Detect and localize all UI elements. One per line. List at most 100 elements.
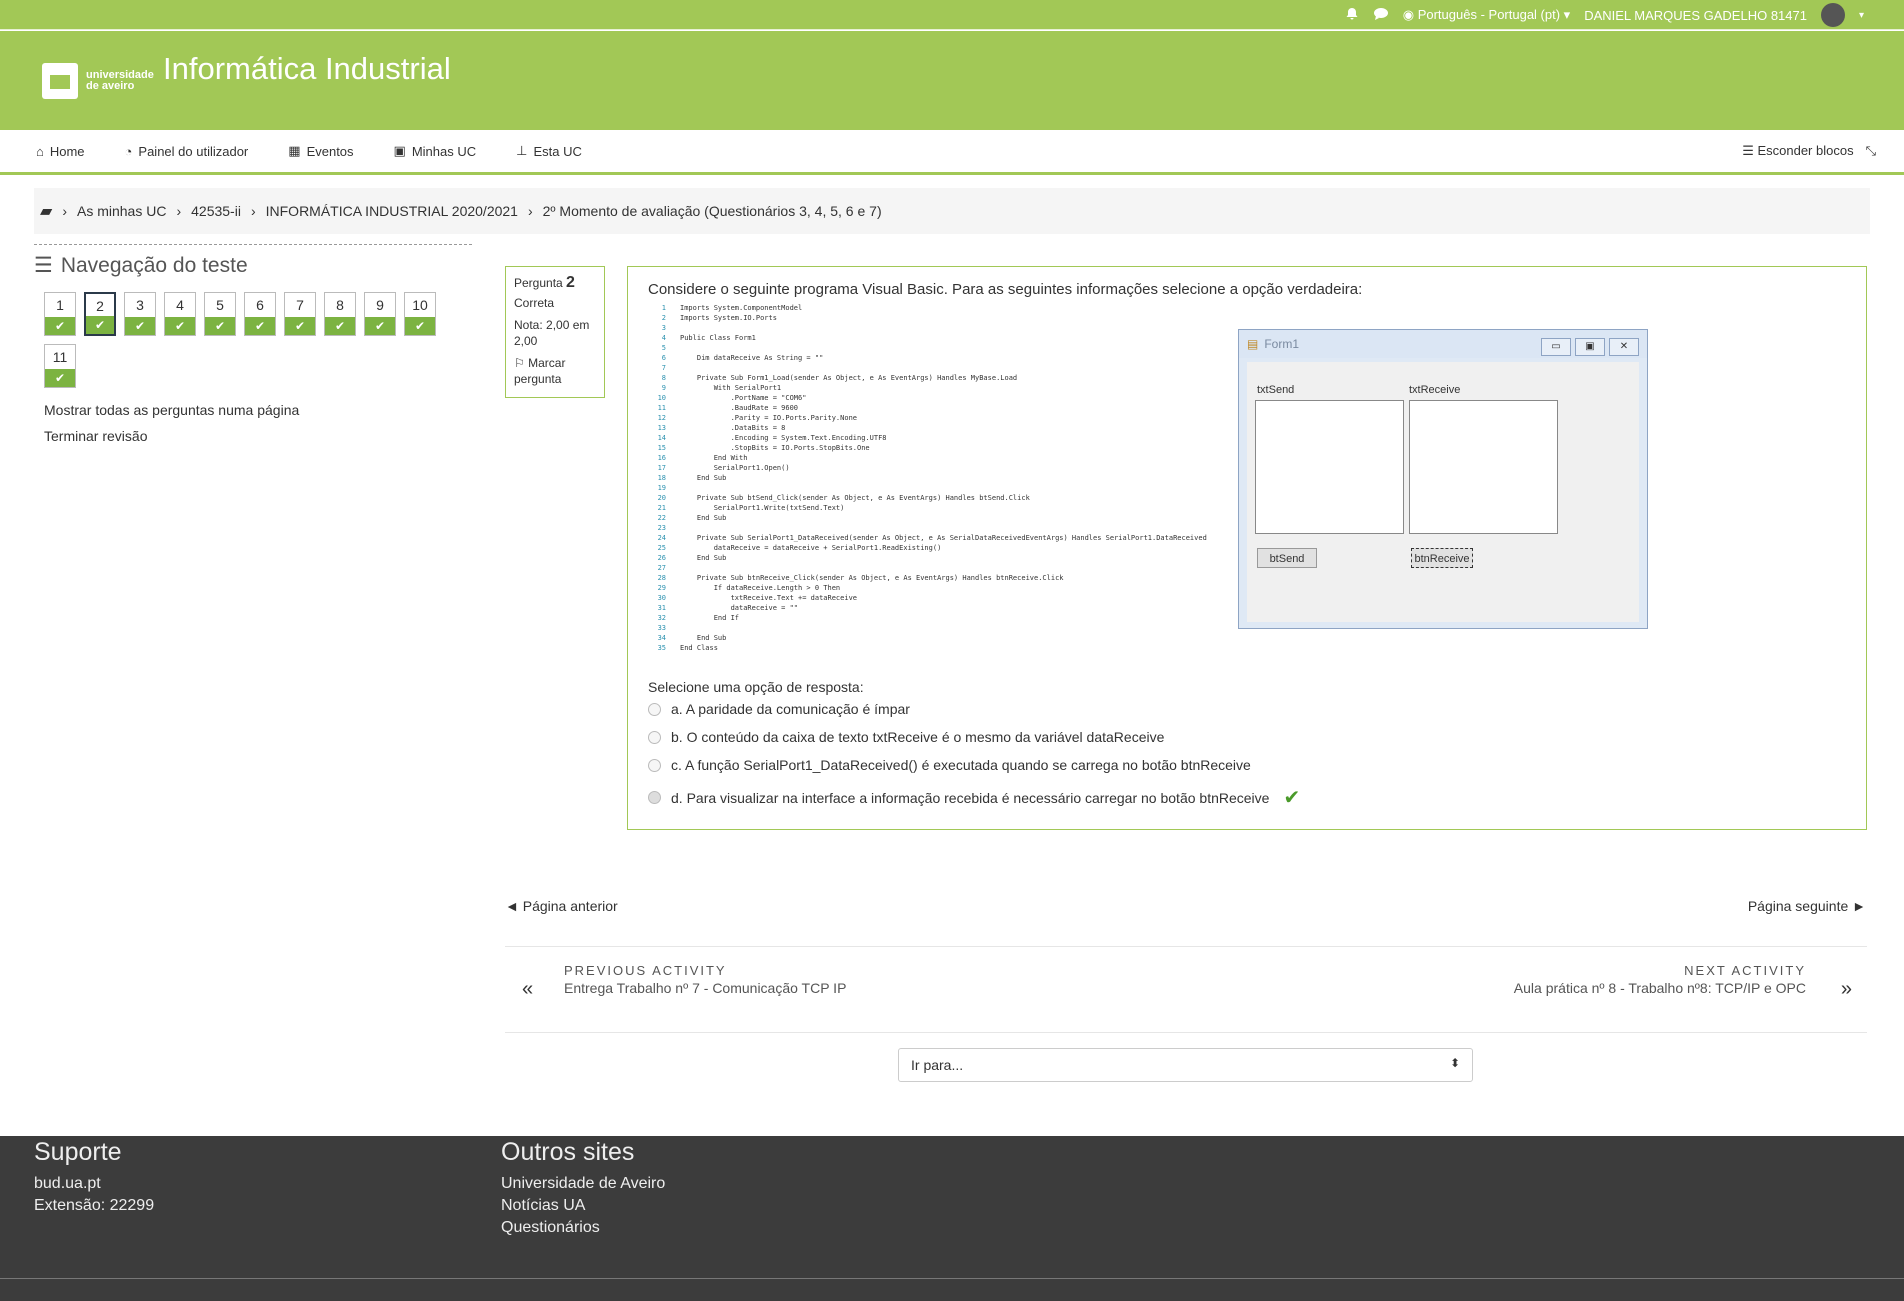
- nav-my-courses[interactable]: ▣ Minhas UC: [394, 143, 477, 159]
- code-line-number: 12: [657, 414, 666, 422]
- radio-b[interactable]: [648, 730, 661, 744]
- footer-link-news[interactable]: Notícias UA: [501, 1195, 665, 1217]
- code-line-text: Imports System.IO.Ports: [680, 314, 777, 322]
- radio-d[interactable]: [648, 791, 661, 804]
- check-icon: ✔: [325, 317, 355, 335]
- code-line-number: 15: [657, 444, 666, 452]
- chevron-down-icon[interactable]: ▾: [1859, 10, 1864, 21]
- breadcrumb-course-code[interactable]: 42535-ii: [191, 203, 241, 219]
- site-name[interactable]: Informática Industrial: [163, 51, 451, 87]
- txtreceive-label: txtReceive: [1409, 384, 1461, 396]
- radio-a[interactable]: [648, 702, 661, 716]
- radio-c[interactable]: [648, 758, 661, 772]
- nav-dashboard[interactable]: ◔ Painel do utilizador: [125, 144, 249, 159]
- language-label: Português - Portugal (pt): [1417, 7, 1561, 22]
- previous-activity[interactable]: PREVIOUS ACTIVITY Entrega Trabalho nº 7 …: [564, 963, 846, 996]
- code-line-text: SerialPort1.Open(): [680, 464, 790, 472]
- question-button[interactable]: 8 ✔: [324, 292, 356, 336]
- top-bar: ◉ Português - Portugal (pt) ▾ DANIEL MAR…: [0, 0, 1904, 30]
- question-button[interactable]: 1 ✔: [44, 292, 76, 336]
- code-line: 28 Private Sub btnReceive_Click(sender A…: [648, 573, 1248, 583]
- check-icon: ✔: [125, 317, 155, 335]
- code-line: 1 Imports System.ComponentModel: [648, 303, 1248, 313]
- check-icon: ✔: [45, 369, 75, 387]
- next-activity[interactable]: NEXT ACTIVITY Aula prática nº 8 - Trabal…: [1514, 963, 1806, 996]
- question-button[interactable]: 5 ✔: [204, 292, 236, 336]
- show-all-link[interactable]: Mostrar todas as perguntas numa página: [44, 402, 472, 418]
- btsend-button: btSend: [1257, 548, 1317, 568]
- chat-icon[interactable]: [1373, 7, 1389, 24]
- language-menu[interactable]: ◉ Português - Portugal (pt) ▾: [1403, 7, 1570, 23]
- question-button[interactable]: 2 ✔: [84, 292, 116, 336]
- footer-link-quizzes[interactable]: Questionários: [501, 1217, 665, 1239]
- divider: [505, 1032, 1867, 1033]
- question-button[interactable]: 7 ✔: [284, 292, 316, 336]
- code-line: 15 .StopBits = IO.Ports.StopBits.One: [648, 443, 1248, 453]
- university-logo[interactable]: universidade de aveiro: [42, 63, 154, 99]
- code-line-text: Private Sub Form1_Load(sender As Object,…: [680, 374, 1018, 382]
- code-line: 19: [648, 483, 1248, 493]
- avatar[interactable]: [1820, 3, 1845, 27]
- code-line-text: .Parity = IO.Ports.Parity.None: [680, 414, 858, 422]
- check-icon: ✔: [365, 317, 395, 335]
- chevrons-right-icon[interactable]: »: [1841, 978, 1852, 1001]
- question-button[interactable]: 6 ✔: [244, 292, 276, 336]
- code-line-number: 5: [661, 344, 666, 352]
- collapse-icon[interactable]: ⤡: [1866, 143, 1876, 159]
- nav-home[interactable]: ⌂ Home: [36, 144, 85, 159]
- chevrons-left-icon[interactable]: «: [522, 978, 533, 1001]
- question-button[interactable]: 11 ✔: [44, 344, 76, 388]
- finish-review-link[interactable]: Terminar revisão: [44, 428, 472, 444]
- flag-question[interactable]: ⚐ Marcar pergunta: [514, 355, 596, 387]
- code-line-number: 4: [661, 334, 666, 342]
- answer-prompt: Selecione uma opção de resposta:: [648, 679, 864, 695]
- select-arrows-icon: ⬍: [1449, 1056, 1460, 1070]
- option-d[interactable]: d. Para visualizar na interface a inform…: [648, 785, 1300, 810]
- nav-this-course[interactable]: ⊥ Esta UC: [516, 143, 582, 159]
- code-line: 16 End With: [648, 453, 1248, 463]
- option-a[interactable]: a. A paridade da comunicação é ímpar: [648, 701, 910, 717]
- nav-events[interactable]: ▦ Eventos: [288, 143, 353, 159]
- footer: Suporte bud.ua.pt Extensão: 22299 Outros…: [0, 1136, 1904, 1301]
- logo-icon: [42, 63, 78, 99]
- option-c[interactable]: c. A função SerialPort1_DataReceived() é…: [648, 757, 1251, 773]
- code-line-number: 22: [657, 514, 666, 522]
- footer-link-ua[interactable]: Universidade de Aveiro: [501, 1173, 665, 1195]
- question-button[interactable]: 4 ✔: [164, 292, 196, 336]
- check-icon: ✔: [205, 317, 235, 335]
- bell-icon[interactable]: [1345, 7, 1359, 24]
- code-line-text: .Encoding = System.Text.Encoding.UTF8: [680, 434, 887, 442]
- code-line-text: End If: [680, 614, 740, 622]
- next-page-link[interactable]: Página seguinte ►: [1748, 898, 1866, 914]
- question-button[interactable]: 10 ✔: [404, 292, 436, 336]
- option-b[interactable]: b. O conteúdo da caixa de texto txtRecei…: [648, 729, 1164, 745]
- code-line: 24 Private Sub SerialPort1_DataReceived(…: [648, 533, 1248, 543]
- btnreceive-button: btnReceive: [1411, 548, 1473, 568]
- hide-blocks-label: Esconder blocos: [1757, 143, 1854, 158]
- code-line-text: With SerialPort1: [680, 384, 782, 392]
- home-icon: ⌂: [36, 143, 44, 159]
- prev-activity-caption: PREVIOUS ACTIVITY: [564, 963, 727, 978]
- code-line-number: 28: [657, 574, 666, 582]
- question-button-number: 10: [412, 297, 428, 313]
- breadcrumb-quiz[interactable]: 2º Momento de avaliação (Questionários 3…: [543, 203, 882, 219]
- quiz-navigation: ☰ Navegação do teste 1 ✔ 2 ✔ 3 ✔ 4 ✔ 5 ✔ 6 ✔ 7 ✔ 8 ✔ 9 ✔ 10…: [34, 244, 472, 444]
- jump-to-select[interactable]: Ir para... ⬍: [898, 1048, 1473, 1082]
- hide-blocks-button[interactable]: ☰ Esconder blocos: [1742, 143, 1853, 159]
- form1-body: txtSend txtReceive btSend btnReceive: [1247, 362, 1639, 622]
- question-button[interactable]: 3 ✔: [124, 292, 156, 336]
- footer-support-link[interactable]: bud.ua.pt: [34, 1173, 154, 1195]
- question-status: Correta: [514, 296, 555, 310]
- breadcrumb-course-name[interactable]: INFORMÁTICA INDUSTRIAL 2020/2021: [266, 203, 518, 219]
- prev-page-link[interactable]: ◄ Página anterior: [505, 898, 618, 914]
- code-line: 22 End Sub: [648, 513, 1248, 523]
- question-button[interactable]: 9 ✔: [364, 292, 396, 336]
- code-line: 3: [648, 323, 1248, 333]
- sitemap-icon: ⊥: [516, 143, 528, 158]
- form-icon: ▤: [1247, 337, 1259, 351]
- user-menu[interactable]: DANIEL MARQUES GADELHO 81471: [1584, 8, 1807, 23]
- question-number: 2: [566, 274, 575, 291]
- breadcrumb-my-courses[interactable]: As minhas UC: [77, 203, 166, 219]
- calendar-icon: ▦: [288, 143, 301, 158]
- folder-icon[interactable]: ▰: [40, 201, 52, 221]
